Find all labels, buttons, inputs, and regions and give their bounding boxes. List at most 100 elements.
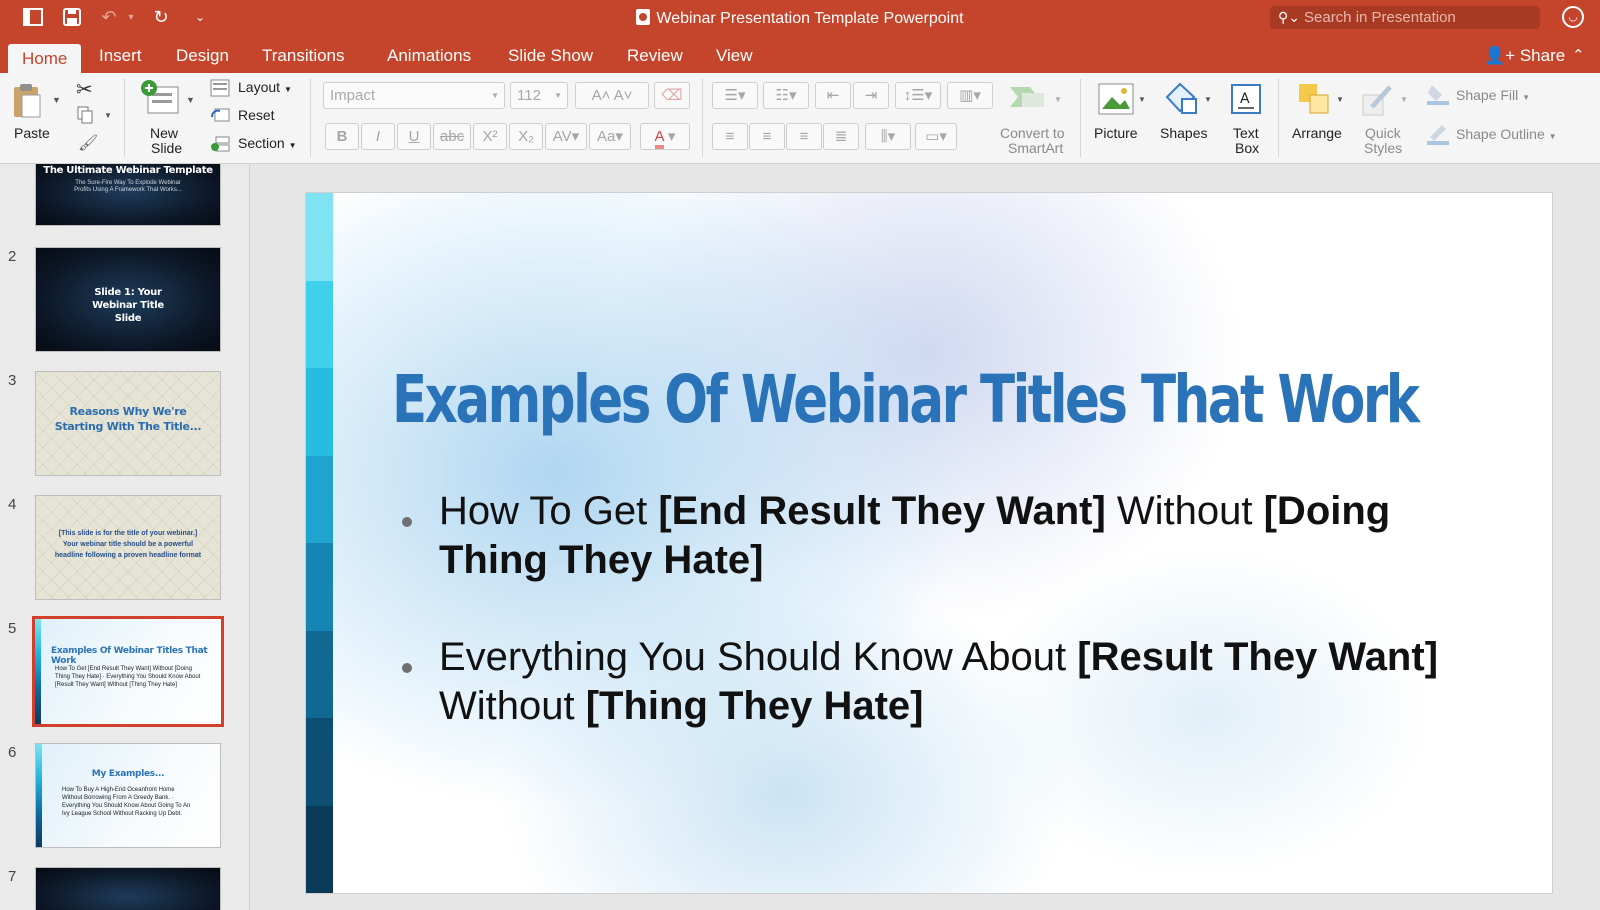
current-slide[interactable]: Examples Of Webinar Titles That Work How… <box>306 193 1552 893</box>
new-slide-dropdown-icon[interactable]: ▼ <box>186 95 195 105</box>
shape-fill-icon[interactable] <box>1426 81 1450 105</box>
align-right-button[interactable]: ≡ <box>786 123 822 150</box>
line-spacing-button[interactable]: ↕☰▾ <box>895 82 941 109</box>
tab-insert[interactable]: Insert <box>85 36 156 73</box>
arrange-label[interactable]: Arrange <box>1292 125 1342 141</box>
new-slide-icon <box>141 80 179 114</box>
layout-label: Layout <box>238 79 281 95</box>
search-input[interactable]: ⚲⌄ Search in Presentation <box>1270 6 1540 29</box>
slide-thumbnail[interactable]: Reasons Why We're Starting With The Titl… <box>35 371 221 476</box>
new-slide-label-2: Slide <box>151 140 183 156</box>
shapes-label[interactable]: Shapes <box>1160 125 1207 141</box>
strip-segment <box>306 805 333 893</box>
character-spacing-button[interactable]: AV▾ <box>545 123 587 150</box>
smartart-icon[interactable] <box>1008 83 1048 113</box>
shape-outline-label: Shape Outline <box>1456 126 1545 142</box>
slide-thumbnail-selected[interactable]: Examples Of Webinar Titles That Work How… <box>32 616 224 727</box>
section-icon[interactable] <box>210 135 230 153</box>
tab-transitions[interactable]: Transitions <box>248 36 359 73</box>
arrange-dropdown-icon[interactable]: ▼ <box>1336 95 1344 104</box>
convert-smartart-label-2[interactable]: SmartArt <box>1008 140 1063 156</box>
reset-button[interactable]: Reset <box>238 107 275 123</box>
subscript-button[interactable]: X₂ <box>509 123 543 150</box>
change-case-button[interactable]: Aa▾ <box>589 123 631 150</box>
tab-slide-show[interactable]: Slide Show <box>494 36 607 73</box>
feedback-smiley-icon[interactable]: ◡ <box>1562 6 1584 28</box>
shapes-dropdown-icon[interactable]: ▼ <box>1204 95 1212 104</box>
window-title: Webinar Presentation Template Powerpoint <box>656 10 964 27</box>
copy-icon[interactable] <box>76 106 94 124</box>
tab-view[interactable]: View <box>702 36 767 73</box>
align-center-button[interactable]: ≡ <box>749 123 785 150</box>
layout-icon[interactable] <box>210 79 230 97</box>
paste-button[interactable] <box>10 81 46 121</box>
tab-review[interactable]: Review <box>613 36 697 73</box>
italic-button[interactable]: I <box>361 123 395 150</box>
slide-title[interactable]: Examples Of Webinar Titles That Work <box>392 361 1420 438</box>
bold-button[interactable]: B <box>325 123 359 150</box>
new-slide-button[interactable] <box>140 79 182 119</box>
strip-segment <box>306 193 333 281</box>
columns-icon: ▥▾ <box>959 87 981 104</box>
tab-design[interactable]: Design <box>162 36 243 73</box>
tab-animations[interactable]: Animations <box>373 36 485 73</box>
shape-outline-button[interactable]: Shape Outline ▼ <box>1456 126 1557 142</box>
picture-dropdown-icon[interactable]: ▼ <box>1138 95 1146 104</box>
quick-styles-icon[interactable] <box>1360 83 1396 117</box>
paste-label: Paste <box>14 125 50 141</box>
format-painter-icon[interactable]: 🖌 <box>78 133 98 153</box>
align-right-icon: ≡ <box>799 128 809 145</box>
bullet-placeholder-text: [Thing They Hate] <box>585 684 924 728</box>
shape-fill-button[interactable]: Shape Fill ▼ <box>1456 87 1530 103</box>
superscript-button[interactable]: X² <box>473 123 507 150</box>
picture-icon[interactable] <box>1098 83 1134 115</box>
text-box-icon[interactable]: A <box>1228 81 1264 117</box>
font-name-value: Impact <box>330 87 376 104</box>
add-person-icon: 👤+ <box>1484 46 1516 65</box>
justify-button[interactable]: ≣ <box>823 123 859 150</box>
reset-icon[interactable] <box>210 107 230 125</box>
text-direction-button[interactable]: ⫼▾ <box>865 123 911 150</box>
tab-home[interactable]: Home <box>8 44 82 73</box>
align-text-button[interactable]: ▭▾ <box>915 123 957 150</box>
picture-label[interactable]: Picture <box>1094 125 1138 141</box>
slide-thumbnail[interactable] <box>35 867 221 910</box>
section-button[interactable]: Section ▼ <box>238 135 297 151</box>
cut-icon[interactable]: ✂ <box>76 77 93 102</box>
font-size-select[interactable]: 112 ▼ <box>510 82 568 109</box>
slide-thumbnail[interactable]: Slide 1: Your Webinar Title Slide <box>35 247 221 352</box>
quick-styles-label-2[interactable]: Styles <box>1364 140 1402 156</box>
share-button[interactable]: 👤+ Share <box>1484 46 1565 66</box>
smartart-dropdown-icon[interactable]: ▼ <box>1054 95 1062 104</box>
font-color-button[interactable]: A ▾ <box>640 123 690 150</box>
slide-thumbnail[interactable]: [This slide is for the title of your web… <box>35 495 221 600</box>
strikethrough-button[interactable]: abc <box>433 123 471 150</box>
slide-thumbnail[interactable]: The Ultimate Webinar Template The Sure-F… <box>35 164 221 226</box>
text-box-label-1[interactable]: Text <box>1233 125 1259 141</box>
shapes-icon[interactable] <box>1164 81 1200 117</box>
shape-outline-icon[interactable] <box>1426 121 1450 145</box>
arrange-icon[interactable] <box>1296 81 1332 117</box>
bullet-text-2[interactable]: Everything You Should Know About [Result… <box>439 633 1499 731</box>
numbering-button[interactable]: ☷▾ <box>763 82 809 109</box>
paste-dropdown-icon[interactable]: ▼ <box>52 95 61 105</box>
bullet-text-1[interactable]: How To Get [End Result They Want] Withou… <box>439 487 1499 585</box>
font-name-select[interactable]: Impact ▼ <box>323 82 505 109</box>
copy-dropdown-icon[interactable]: ▼ <box>104 111 112 120</box>
clear-formatting-button[interactable]: ⌫ <box>654 82 690 109</box>
text-box-label-2[interactable]: Box <box>1235 140 1259 156</box>
quick-styles-label-1[interactable]: Quick <box>1365 125 1401 141</box>
convert-smartart-label-1[interactable]: Convert to <box>1000 125 1065 141</box>
decrease-indent-button[interactable]: ⇤ <box>815 82 851 109</box>
align-left-button[interactable]: ≡ <box>712 123 748 150</box>
layout-button[interactable]: Layout ▼ <box>238 79 292 95</box>
increase-indent-button[interactable]: ⇥ <box>853 82 889 109</box>
grow-font-button[interactable]: A˄ A˅ <box>575 82 649 109</box>
quick-styles-dropdown-icon[interactable]: ▼ <box>1400 95 1408 104</box>
bullets-button[interactable]: ☰▾ <box>712 82 758 109</box>
columns-button[interactable]: ▥▾ <box>947 82 993 109</box>
collapse-ribbon-icon[interactable]: ⌃ <box>1572 46 1585 64</box>
slide-thumbnail[interactable]: My Examples... How To Buy A High-End Oce… <box>35 743 221 848</box>
underline-button[interactable]: U <box>397 123 431 150</box>
slide-thumbnail-panel[interactable]: The Ultimate Webinar Template The Sure-F… <box>0 164 250 910</box>
